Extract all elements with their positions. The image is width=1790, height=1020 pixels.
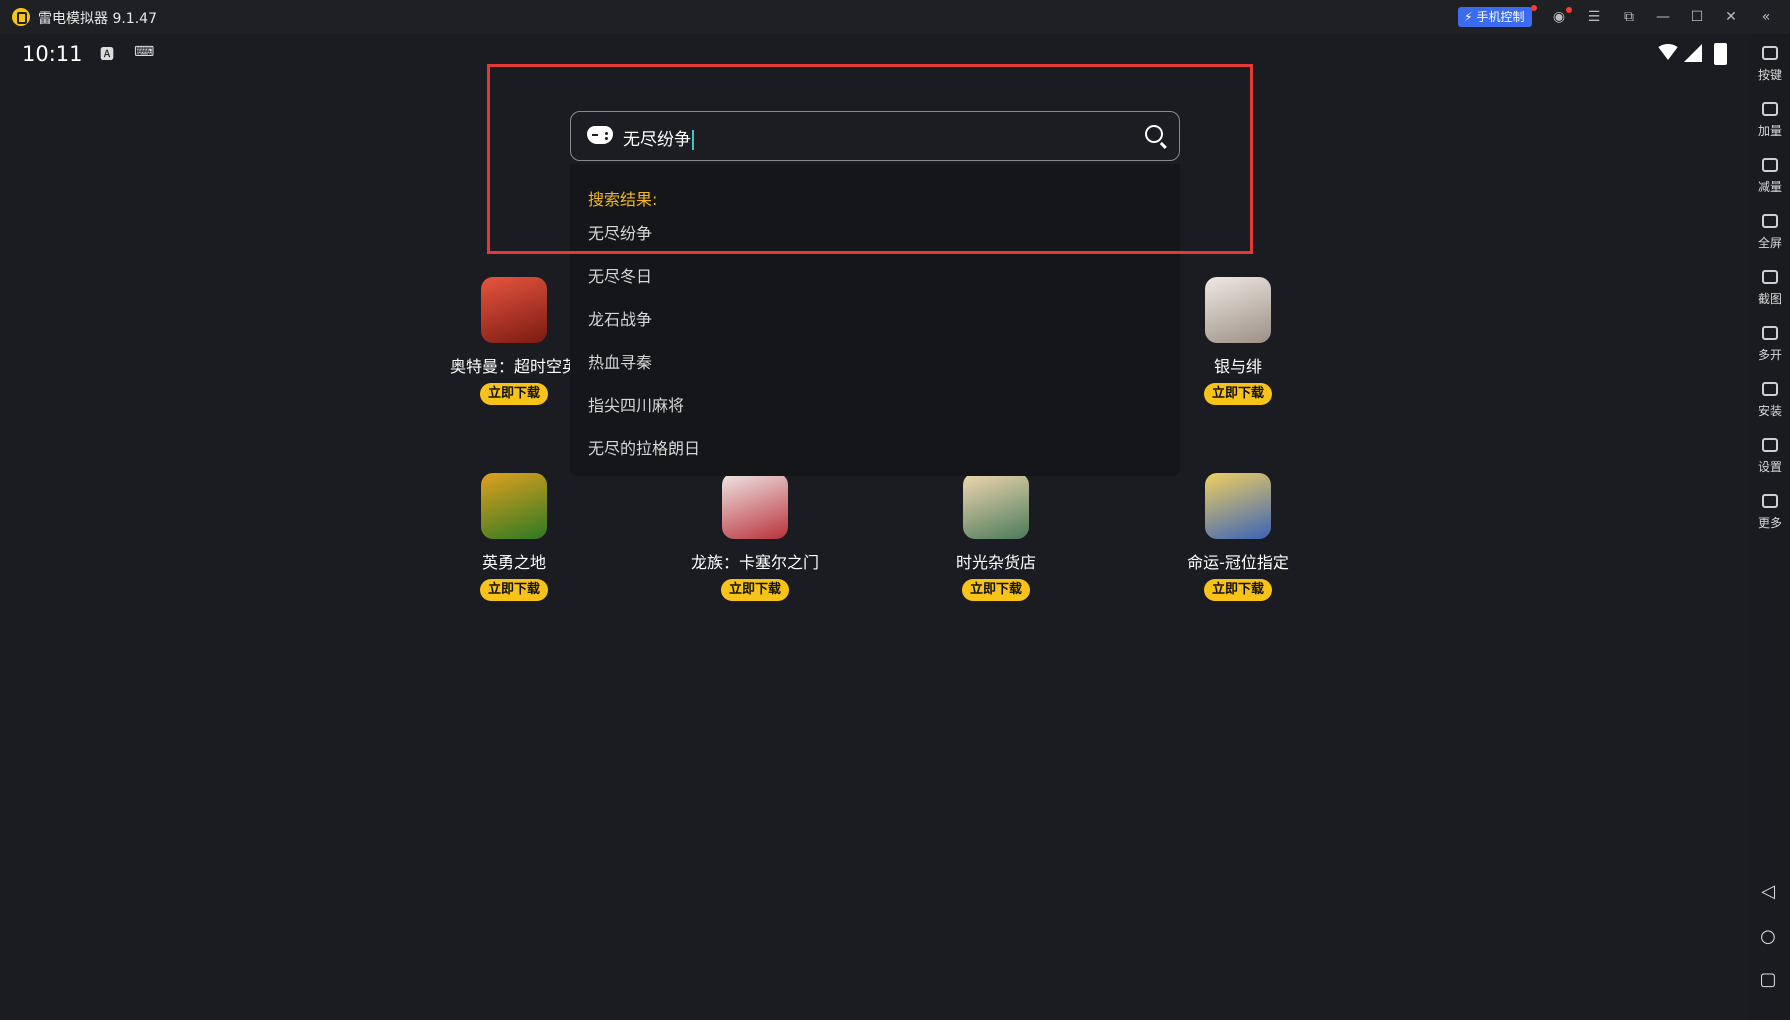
fullscreen-icon	[1762, 214, 1778, 228]
sidebar-item-volume-down[interactable]: 减量	[1750, 158, 1790, 195]
menu-icon[interactable]: ☰	[1585, 8, 1603, 26]
sidebar-item-keymap[interactable]: 按键	[1750, 46, 1790, 83]
sidebar-item-multi-instance[interactable]: 多开	[1750, 326, 1790, 363]
back-icon[interactable]: ◁	[1756, 880, 1780, 904]
game-card[interactable]: 命运-冠位指定 立即下载	[1138, 473, 1338, 601]
sidebar-item-install[interactable]: 安装	[1750, 382, 1790, 419]
battery-icon	[1714, 43, 1727, 65]
gear-icon	[1762, 438, 1778, 452]
download-button[interactable]: 立即下载	[1203, 579, 1272, 601]
game-card[interactable]: 时光杂货店 立即下载	[896, 473, 1096, 601]
sidebar-item-label: 加量	[1757, 124, 1782, 138]
emulator-sidebar: 按键 加量 减量 全屏 截图 多开 安装 设置 更多	[1750, 34, 1790, 1020]
recents-icon[interactable]: ▢	[1756, 968, 1780, 992]
search-result-item[interactable]: 无尽冬日	[588, 263, 652, 287]
volume-up-icon	[1762, 102, 1778, 116]
scissors-icon	[1762, 270, 1778, 284]
game-icon[interactable]	[481, 277, 547, 343]
restore-window-icon[interactable]: ⧉	[1620, 8, 1638, 26]
download-button[interactable]: 立即下载	[961, 579, 1030, 601]
search-result-item[interactable]: 龙石战争	[588, 306, 652, 330]
collapse-sidebar-icon[interactable]: «	[1757, 8, 1775, 26]
download-button[interactable]: 立即下载	[1203, 383, 1272, 405]
sidebar-item-more[interactable]: 更多	[1750, 494, 1790, 531]
notification-dot	[1531, 5, 1537, 11]
sidebar-item-label: 更多	[1757, 516, 1782, 530]
sidebar-item-volume-up[interactable]: 加量	[1750, 102, 1790, 139]
phone-control-label: 手机控制	[1476, 10, 1525, 24]
sidebar-item-label: 减量	[1757, 180, 1782, 194]
bolt-icon: ⚡	[1464, 10, 1473, 24]
search-result-item[interactable]: 热血寻秦	[588, 349, 652, 373]
game-name: 龙族：卡塞尔之门	[690, 553, 819, 572]
account-notification-dot	[1566, 7, 1572, 13]
apk-install-icon	[1762, 382, 1778, 396]
game-icon[interactable]	[1205, 277, 1271, 343]
game-name: 命运-冠位指定	[1187, 553, 1289, 572]
keyboard-status-icon: ⌨	[134, 44, 155, 60]
phone-control-button[interactable]: ⚡ 手机控制	[1458, 7, 1533, 27]
multi-instance-icon	[1762, 326, 1778, 340]
download-button[interactable]: 立即下载	[479, 383, 548, 405]
game-icon[interactable]	[963, 473, 1029, 539]
sidebar-item-label: 截图	[1757, 292, 1782, 306]
download-button[interactable]: 立即下载	[479, 579, 548, 601]
sidebar-item-settings[interactable]: 设置	[1750, 438, 1790, 475]
game-name: 时光杂货店	[955, 553, 1036, 572]
home-icon[interactable]: ○	[1756, 925, 1780, 949]
game-name: 英勇之地	[481, 553, 546, 572]
signal-icon	[1684, 44, 1702, 62]
app-title: 雷电模拟器 9.1.47	[38, 11, 157, 27]
sidebar-item-label: 按键	[1757, 68, 1782, 82]
input-method-icon: 🅰	[100, 47, 114, 63]
sidebar-item-fullscreen[interactable]: 全屏	[1750, 214, 1790, 251]
wifi-icon	[1656, 44, 1680, 60]
close-icon[interactable]: ✕	[1722, 8, 1740, 26]
highlight-box	[487, 64, 1253, 254]
sidebar-item-label: 全屏	[1757, 236, 1782, 250]
download-button[interactable]: 立即下载	[720, 579, 789, 601]
search-result-item[interactable]: 指尖四川麻将	[588, 392, 684, 416]
maximize-icon[interactable]: ☐	[1688, 8, 1706, 26]
game-icon[interactable]	[481, 473, 547, 539]
more-icon	[1762, 494, 1778, 508]
app-logo-icon	[12, 8, 30, 26]
minimize-icon[interactable]: —	[1654, 8, 1672, 26]
window-titlebar: 雷电模拟器 9.1.47 ⚡ 手机控制 ◉ ☰ ⧉ — ☐ ✕ «	[0, 0, 1790, 34]
game-icon[interactable]	[722, 473, 788, 539]
game-card[interactable]: 英勇之地 立即下载	[414, 473, 614, 601]
sidebar-item-label: 设置	[1757, 460, 1782, 474]
sidebar-item-screenshot[interactable]: 截图	[1750, 270, 1790, 307]
keyboard-icon	[1762, 46, 1778, 60]
search-result-item[interactable]: 无尽的拉格朗日	[588, 435, 700, 459]
game-card[interactable]: 龙族：卡塞尔之门 立即下载	[655, 473, 855, 601]
status-time: 10:11	[22, 42, 83, 66]
sidebar-item-label: 多开	[1757, 348, 1782, 362]
sidebar-item-label: 安装	[1757, 404, 1782, 418]
volume-down-icon	[1762, 158, 1778, 172]
game-icon[interactable]	[1205, 473, 1271, 539]
